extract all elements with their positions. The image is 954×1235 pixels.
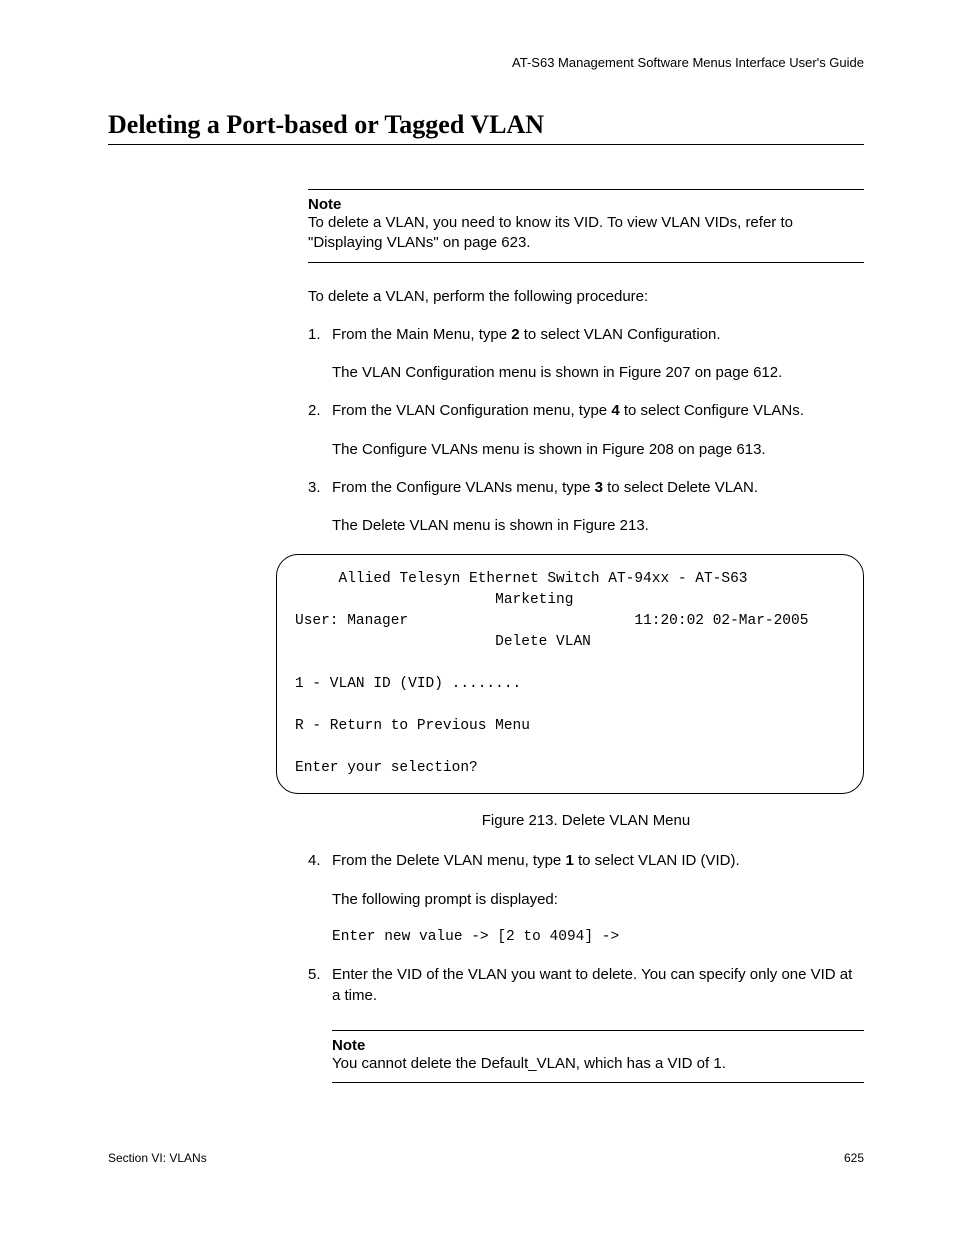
step-bold: 1: [565, 852, 573, 869]
intro-paragraph: To delete a VLAN, perform the following …: [308, 287, 864, 307]
terminal-line: R - Return to Previous Menu: [295, 718, 530, 734]
terminal-user: User: Manager: [295, 613, 408, 629]
note-text: You cannot delete the Default_VLAN, whic…: [332, 1054, 864, 1074]
step-number: 4.: [308, 851, 332, 871]
step-3: 3. From the Configure VLANs menu, type 3…: [308, 478, 864, 498]
terminal-line: Delete VLAN: [295, 634, 591, 650]
step-text-pre: From the Main Menu, type: [332, 326, 511, 343]
terminal-line: Allied Telesyn Ethernet Switch AT-94xx -…: [295, 571, 747, 587]
step-body: Enter the VID of the VLAN you want to de…: [332, 965, 864, 1006]
step-body: From the Main Menu, type 2 to select VLA…: [332, 325, 864, 345]
note-box-1: Note To delete a VLAN, you need to know …: [308, 189, 864, 263]
step-text-post: to select VLAN ID (VID).: [574, 852, 740, 869]
figure-caption: Figure 213. Delete VLAN Menu: [308, 812, 864, 829]
step-1-sub: The VLAN Configuration menu is shown in …: [332, 363, 864, 383]
step-body: From the VLAN Configuration menu, type 4…: [332, 401, 864, 421]
note-label: Note: [332, 1037, 864, 1054]
step-4: 4. From the Delete VLAN menu, type 1 to …: [308, 851, 864, 871]
step-number: 2.: [308, 401, 332, 421]
step-bold: 3: [595, 479, 603, 496]
step-2-sub: The Configure VLANs menu is shown in Fig…: [332, 440, 864, 460]
step-text-pre: From the Delete VLAN menu, type: [332, 852, 565, 869]
step-5: 5. Enter the VID of the VLAN you want to…: [308, 965, 864, 1006]
step-text-pre: From the Configure VLANs menu, type: [332, 479, 595, 496]
footer-page-number: 625: [844, 1151, 864, 1165]
step-bold: 4: [611, 402, 619, 419]
content-block: Note To delete a VLAN, you need to know …: [308, 189, 864, 1083]
step-number: 3.: [308, 478, 332, 498]
note-box-2: Note You cannot delete the Default_VLAN,…: [332, 1030, 864, 1083]
step-1: 1. From the Main Menu, type 2 to select …: [308, 325, 864, 345]
terminal-line: Marketing: [295, 592, 573, 608]
step-2: 2. From the VLAN Configuration menu, typ…: [308, 401, 864, 421]
terminal-screen: Allied Telesyn Ethernet Switch AT-94xx -…: [276, 554, 864, 794]
step-3-sub: The Delete VLAN menu is shown in Figure …: [332, 516, 864, 536]
footer-section: Section VI: VLANs: [108, 1151, 207, 1165]
step-bold: 2: [511, 326, 519, 343]
page: AT-S63 Management Software Menus Interfa…: [0, 0, 954, 1235]
step-text-post: to select Configure VLANs.: [620, 402, 804, 419]
step-body: From the Configure VLANs menu, type 3 to…: [332, 478, 864, 498]
terminal-line: 1 - VLAN ID (VID) ........: [295, 676, 521, 692]
step-text-post: to select VLAN Configuration.: [520, 326, 721, 343]
step-number: 1.: [308, 325, 332, 345]
step-4-prompt: Enter new value -> [2 to 4094] ->: [332, 928, 864, 948]
footer: Section VI: VLANs 625: [108, 1151, 864, 1165]
note-label: Note: [308, 196, 864, 213]
terminal-line: Enter your selection?: [295, 760, 478, 776]
section-title: Deleting a Port-based or Tagged VLAN: [108, 110, 864, 145]
step-body: From the Delete VLAN menu, type 1 to sel…: [332, 851, 864, 871]
step-text-pre: From the VLAN Configuration menu, type: [332, 402, 611, 419]
header-guide-title: AT-S63 Management Software Menus Interfa…: [108, 55, 864, 70]
terminal-timestamp: 11:20:02 02-Mar-2005: [634, 613, 808, 629]
note-text: To delete a VLAN, you need to know its V…: [308, 213, 864, 254]
step-4-sub: The following prompt is displayed:: [332, 890, 864, 910]
step-text-post: to select Delete VLAN.: [603, 479, 758, 496]
step-number: 5.: [308, 965, 332, 1006]
